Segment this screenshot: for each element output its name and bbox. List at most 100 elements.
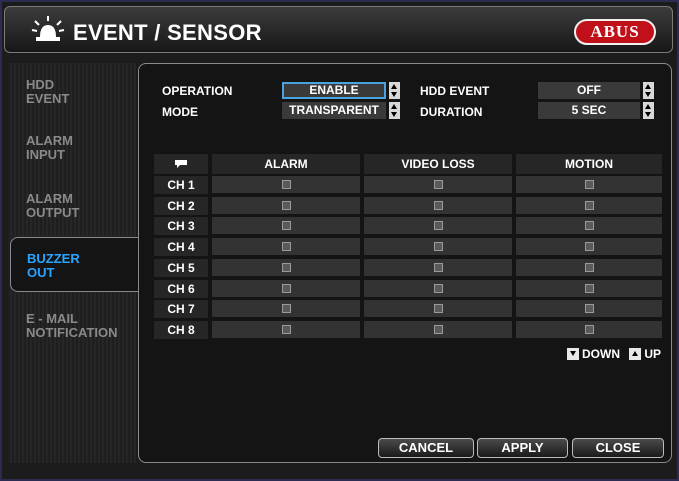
tab-alarm-input-label-2: INPUT (26, 147, 65, 162)
duration-select[interactable]: 5 SEC (538, 102, 640, 119)
tab-hdd-event-label-2: EVENT (26, 91, 70, 106)
checkbox[interactable] (585, 242, 594, 252)
checkbox[interactable] (434, 324, 443, 334)
table-cell (364, 196, 512, 214)
alarm-siren-icon (31, 16, 65, 41)
checkbox[interactable] (282, 221, 291, 231)
checkbox[interactable] (585, 180, 594, 189)
channel-label: CH 5 (154, 258, 208, 277)
table-cell (516, 217, 662, 235)
window-title: EVENT / SENSOR (73, 20, 262, 45)
tab-buzzer-out-label-2: OUT (27, 265, 55, 280)
operation-label: OPERATION (162, 84, 233, 98)
table-cell (212, 320, 360, 338)
checkbox[interactable] (434, 242, 443, 252)
column-header-alarm: ALARM (212, 154, 360, 174)
down-arrow-icon (391, 112, 397, 117)
table-cell (364, 238, 512, 256)
table-cell (212, 176, 360, 193)
table-cell (212, 196, 360, 214)
checkbox[interactable] (282, 262, 291, 272)
table-cell (516, 320, 662, 338)
checkbox[interactable] (585, 221, 594, 231)
tab-buzzer-out[interactable]: BUZZER OUT (10, 237, 140, 292)
table-cell (364, 279, 512, 297)
tab-hdd-event[interactable]: HDD EVENT (10, 78, 138, 106)
table-cell (364, 217, 512, 235)
tab-alarm-output[interactable]: ALARM OUTPUT (10, 192, 138, 220)
table-cell (516, 176, 662, 193)
tab-alarm-output-label-1: ALARM (26, 191, 73, 206)
table-cell (516, 196, 662, 214)
tab-hdd-event-label-1: HDD (26, 77, 55, 92)
table-cell (364, 176, 512, 193)
checkbox[interactable] (282, 304, 291, 314)
checkbox[interactable] (585, 283, 594, 293)
checkbox[interactable] (282, 180, 291, 189)
mode-label: MODE (162, 105, 198, 119)
channel-label: CH 3 (154, 217, 208, 236)
table-cell (516, 300, 662, 318)
column-header-video-loss: VIDEO LOSS (364, 154, 512, 174)
channel-label: CH 6 (154, 279, 208, 298)
checkbox[interactable] (434, 304, 443, 314)
channel-label: CH 8 (154, 320, 208, 339)
tab-email-notification[interactable]: E - MAIL NOTIFICATION (10, 312, 138, 340)
table-cell (212, 300, 360, 318)
operation-spinner[interactable] (389, 82, 400, 99)
page-down-button[interactable] (567, 348, 579, 360)
speech-bubble-icon (175, 160, 187, 168)
checkbox[interactable] (585, 262, 594, 272)
hdd-event-select[interactable]: OFF (538, 82, 640, 99)
page-up-button[interactable] (629, 348, 642, 360)
mode-spinner[interactable] (389, 102, 400, 119)
checkbox[interactable] (282, 200, 291, 210)
checkbox[interactable] (434, 283, 443, 293)
checkbox[interactable] (434, 262, 443, 272)
checkbox[interactable] (585, 324, 594, 334)
table-cell (364, 300, 512, 318)
checkbox[interactable] (282, 242, 291, 252)
tab-buzzer-out-label-1: BUZZER (27, 251, 80, 266)
channel-label: CH 1 (154, 176, 208, 194)
table-cell (516, 258, 662, 276)
checkbox[interactable] (282, 324, 291, 334)
hdd-event-spinner[interactable] (643, 82, 654, 99)
table-cell (212, 217, 360, 235)
checkbox[interactable] (434, 221, 443, 231)
down-arrow-icon (645, 112, 651, 117)
checkbox[interactable] (282, 283, 291, 293)
page-up-label: UP (644, 347, 662, 361)
table-cell (516, 279, 662, 297)
table-cell (212, 238, 360, 256)
checkbox[interactable] (434, 200, 443, 210)
checkbox[interactable] (585, 304, 594, 314)
page-down-label: DOWN (582, 347, 620, 361)
table-cell (364, 320, 512, 338)
duration-label: DURATION (420, 105, 483, 119)
table-cell (212, 279, 360, 297)
checkbox[interactable] (434, 180, 443, 189)
apply-button[interactable]: APPLY (477, 438, 568, 458)
channel-label: CH 7 (154, 300, 208, 319)
abus-logo: ABUS (574, 19, 656, 45)
column-header-motion: MOTION (516, 154, 662, 174)
tab-alarm-input-label-1: ALARM (26, 133, 73, 148)
operation-select[interactable]: ENABLE (282, 82, 386, 99)
checkbox[interactable] (585, 200, 594, 210)
cancel-button[interactable]: CANCEL (378, 438, 474, 458)
tab-alarm-input[interactable]: ALARM INPUT (10, 134, 138, 162)
close-button[interactable]: CLOSE (572, 438, 664, 458)
title-bar: EVENT / SENSOR ABUS (4, 6, 673, 53)
table-cell (516, 238, 662, 256)
down-arrow-icon (645, 92, 651, 97)
up-arrow-icon (391, 84, 397, 89)
mode-select[interactable]: TRANSPARENT (282, 102, 386, 119)
channel-label: CH 2 (154, 196, 208, 215)
table-cell (364, 258, 512, 276)
tab-alarm-output-label-2: OUTPUT (26, 205, 80, 220)
tab-email-notification-label-2: NOTIFICATION (26, 325, 118, 340)
table-header-icon-cell (154, 154, 208, 174)
up-arrow-icon (645, 104, 651, 109)
duration-spinner[interactable] (643, 102, 654, 119)
